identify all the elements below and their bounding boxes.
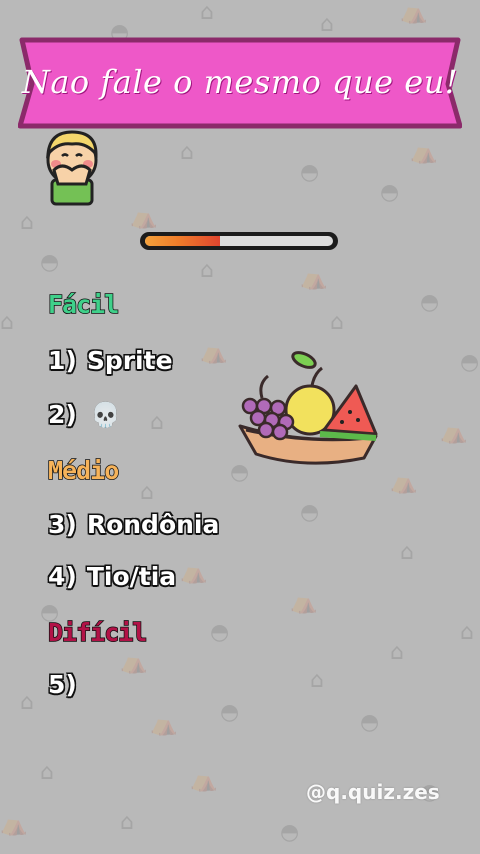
progress-bar	[140, 232, 338, 250]
answer-2-number: 2)	[48, 400, 77, 429]
answer-4-text: Tio/tia	[86, 562, 177, 591]
progress-fill	[145, 236, 221, 246]
child-covering-mouth-icon	[34, 124, 110, 206]
progress-track	[145, 236, 333, 246]
answer-4-number: 4)	[48, 562, 77, 591]
answer-1-text: Sprite	[86, 346, 173, 375]
answer-4: 4) Tio/tia	[48, 562, 176, 591]
fruit-basket-icon	[236, 346, 380, 476]
skull-icon: 💀	[90, 401, 121, 429]
answer-3-number: 3)	[48, 510, 77, 539]
answer-3-text: Rondônia	[86, 510, 220, 539]
answer-3: 3) Rondônia	[48, 510, 219, 539]
page-title: Nao fale o mesmo que eu!	[21, 63, 459, 101]
level-hard-label: Difícil	[47, 617, 148, 648]
level-easy-label: Fácil	[47, 289, 120, 320]
answer-1-number: 1)	[48, 346, 77, 375]
answer-1: 1) Sprite	[48, 346, 173, 375]
account-handle: @q.quiz.zes	[306, 780, 440, 804]
answer-5-number: 5)	[48, 670, 77, 699]
answer-2: 2) 💀	[48, 400, 121, 429]
title-banner: Nao fale o mesmo que eu!	[18, 36, 462, 130]
level-medium-label: Médio	[47, 455, 120, 486]
answer-5: 5)	[48, 670, 87, 699]
